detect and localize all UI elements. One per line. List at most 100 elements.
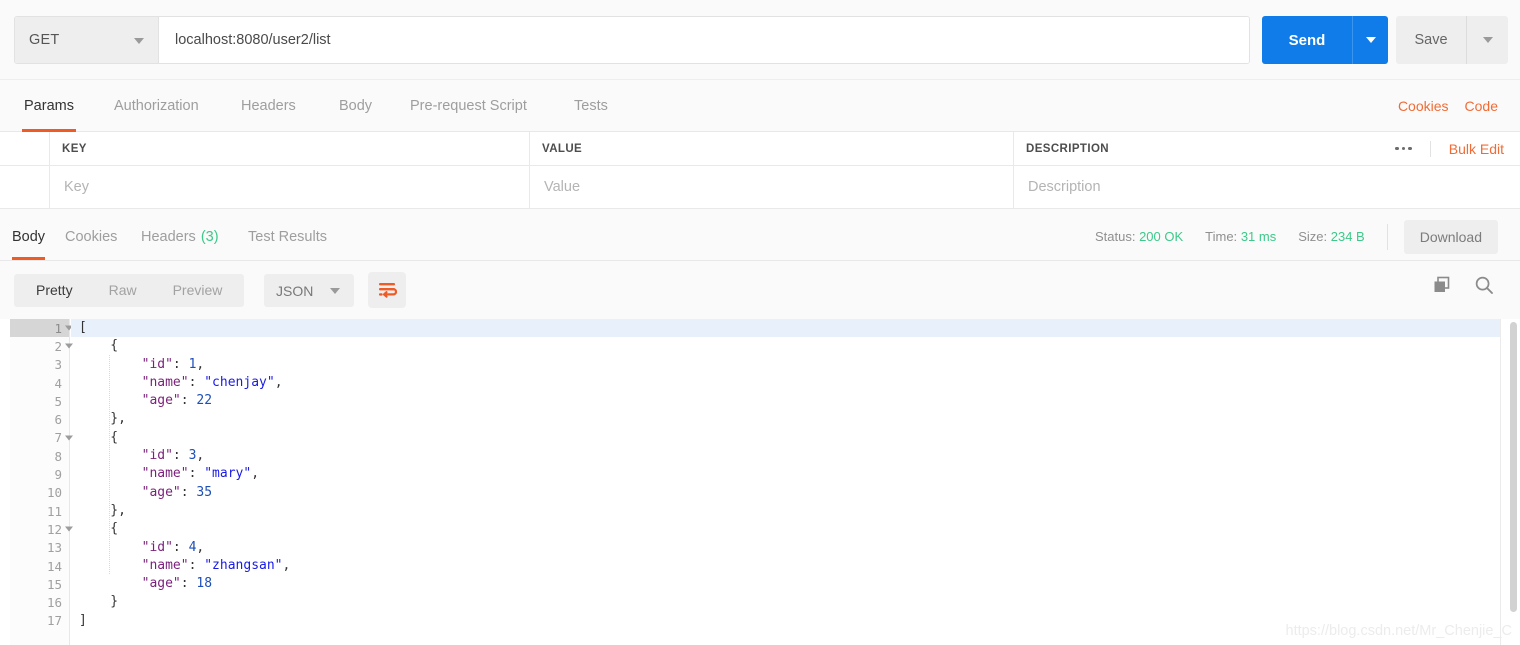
params-header-value-label: VALUE xyxy=(542,142,583,155)
view-mode-pretty[interactable]: Pretty xyxy=(18,274,91,307)
http-method-label: GET xyxy=(29,32,60,48)
http-method-select[interactable]: GET xyxy=(15,17,159,63)
json-token: "name" xyxy=(79,466,189,482)
response-tab-cookies[interactable]: Cookies xyxy=(65,213,117,260)
params-row-key-cell[interactable] xyxy=(50,166,530,208)
send-button[interactable]: Send xyxy=(1262,16,1352,64)
chevron-down-icon xyxy=(1365,37,1376,43)
code-line: }, xyxy=(71,410,1500,428)
code-line: } xyxy=(71,593,1500,611)
params-header-value-cell: VALUE xyxy=(530,132,1014,165)
size-badge: Size: 234 B xyxy=(1298,229,1365,244)
response-tab-cookies-label: Cookies xyxy=(65,228,118,245)
save-group: Save xyxy=(1396,16,1508,64)
params-row-description-cell[interactable] xyxy=(1014,166,1520,208)
indent-guide xyxy=(109,355,110,574)
code-link[interactable]: Code xyxy=(1465,98,1498,114)
json-token: , xyxy=(282,557,291,573)
view-mode-raw[interactable]: Raw xyxy=(91,274,155,307)
json-token: , xyxy=(251,466,260,482)
tab-authorization[interactable]: Authorization xyxy=(112,80,201,132)
params-table-header: KEY VALUE DESCRIPTION Bulk Edit xyxy=(0,132,1520,166)
line-number: 10 xyxy=(46,485,62,501)
params-row-checkbox-cell[interactable] xyxy=(0,166,50,208)
line-number: 5 xyxy=(54,393,62,409)
json-token: : xyxy=(188,374,205,390)
line-number: 3 xyxy=(54,357,62,373)
json-token: , xyxy=(196,356,205,372)
view-mode-preview[interactable]: Preview xyxy=(155,274,241,307)
response-body-viewer[interactable]: 1 2 3 4 5 6 7 8 9 10 11 12 13 14 15 16 17 [ { "id": 1, "… xyxy=(0,319,1520,645)
param-value-input[interactable] xyxy=(542,178,1001,196)
search-icon[interactable] xyxy=(1474,275,1494,295)
word-wrap-icon xyxy=(379,283,397,298)
json-token: 35 xyxy=(196,484,213,500)
json-token: , xyxy=(274,374,283,390)
params-row-value-cell[interactable] xyxy=(530,166,1014,208)
json-token: [ xyxy=(79,320,87,335)
json-token: }, xyxy=(79,502,126,518)
json-token: "id" xyxy=(79,356,173,372)
json-token: 22 xyxy=(196,393,213,409)
line-number: 8 xyxy=(54,448,62,464)
copy-icon[interactable] xyxy=(1432,275,1452,295)
params-header-description-label: DESCRIPTION xyxy=(1026,142,1109,155)
line-number: 7 xyxy=(10,429,73,447)
json-token: "age" xyxy=(79,393,181,409)
chevron-down-icon xyxy=(134,38,144,44)
status-badge: Status: 200 OK xyxy=(1095,229,1183,244)
code-line: [ xyxy=(71,319,1500,338)
word-wrap-toggle-button[interactable] xyxy=(368,272,406,308)
line-number: 16 xyxy=(46,595,62,611)
param-description-input[interactable] xyxy=(1026,178,1508,196)
response-tab-headers[interactable]: Headers (3) xyxy=(141,213,219,260)
save-options-button[interactable] xyxy=(1466,16,1508,64)
param-key-input[interactable] xyxy=(62,178,517,196)
tab-tests[interactable]: Tests xyxy=(572,80,610,132)
params-header-description-cell: DESCRIPTION Bulk Edit xyxy=(1014,132,1520,165)
json-token: : xyxy=(180,576,197,592)
json-token: } xyxy=(79,594,119,610)
params-table-row xyxy=(0,166,1520,209)
vertical-scrollbar[interactable] xyxy=(1510,322,1517,612)
params-header-tools: Bulk Edit xyxy=(1377,132,1504,165)
send-group: Send xyxy=(1262,16,1388,64)
response-format-select[interactable]: JSON xyxy=(264,274,354,307)
size-value: 234 B xyxy=(1330,229,1365,244)
request-url-input[interactable] xyxy=(159,17,1249,63)
code-line: "name": "zhangsan", xyxy=(71,557,1500,575)
download-button[interactable]: Download xyxy=(1403,219,1498,254)
response-status-strip: Status: 200 OK Time: 31 ms Size: 234 B D… xyxy=(1095,213,1498,260)
code-line: "age": 35 xyxy=(71,484,1500,502)
response-tab-test-results[interactable]: Test Results xyxy=(248,213,327,260)
params-header-key-cell: KEY xyxy=(50,132,530,165)
chevron-down-icon xyxy=(330,288,340,294)
code-line: "age": 18 xyxy=(71,575,1500,593)
json-code-lines[interactable]: [ { "id": 1, "name": "chenjay", "age": 2… xyxy=(71,319,1500,645)
line-number: 12 xyxy=(10,520,73,538)
request-header-links: Cookies Code xyxy=(1398,80,1498,132)
tab-body[interactable]: Body xyxy=(337,80,374,132)
code-line: "name": "mary", xyxy=(71,465,1500,483)
response-tab-body[interactable]: Body xyxy=(12,213,46,260)
tab-params[interactable]: Params xyxy=(22,80,76,132)
json-token: "id" xyxy=(79,539,173,555)
json-token: { xyxy=(79,338,119,354)
bulk-edit-button[interactable]: Bulk Edit xyxy=(1431,141,1504,157)
json-token: { xyxy=(79,429,119,445)
watermark-text: https://blog.csdn.net/Mr_Chenjie_C xyxy=(1285,623,1513,639)
save-button[interactable]: Save xyxy=(1396,16,1466,64)
size-label: Size: xyxy=(1298,229,1328,244)
params-header-key-label: KEY xyxy=(62,142,87,155)
tab-pre-request-script[interactable]: Pre-request Script xyxy=(408,80,529,132)
response-tab-body-label: Body xyxy=(12,228,46,245)
send-options-button[interactable] xyxy=(1352,16,1388,64)
line-number: 6 xyxy=(54,412,62,428)
json-token: "name" xyxy=(79,557,189,573)
json-token: : xyxy=(180,393,197,409)
more-options-icon[interactable] xyxy=(1377,140,1431,157)
cookies-link[interactable]: Cookies xyxy=(1398,98,1449,114)
status-divider xyxy=(1386,223,1388,250)
json-token: "mary" xyxy=(204,466,252,482)
tab-headers[interactable]: Headers xyxy=(239,80,298,132)
